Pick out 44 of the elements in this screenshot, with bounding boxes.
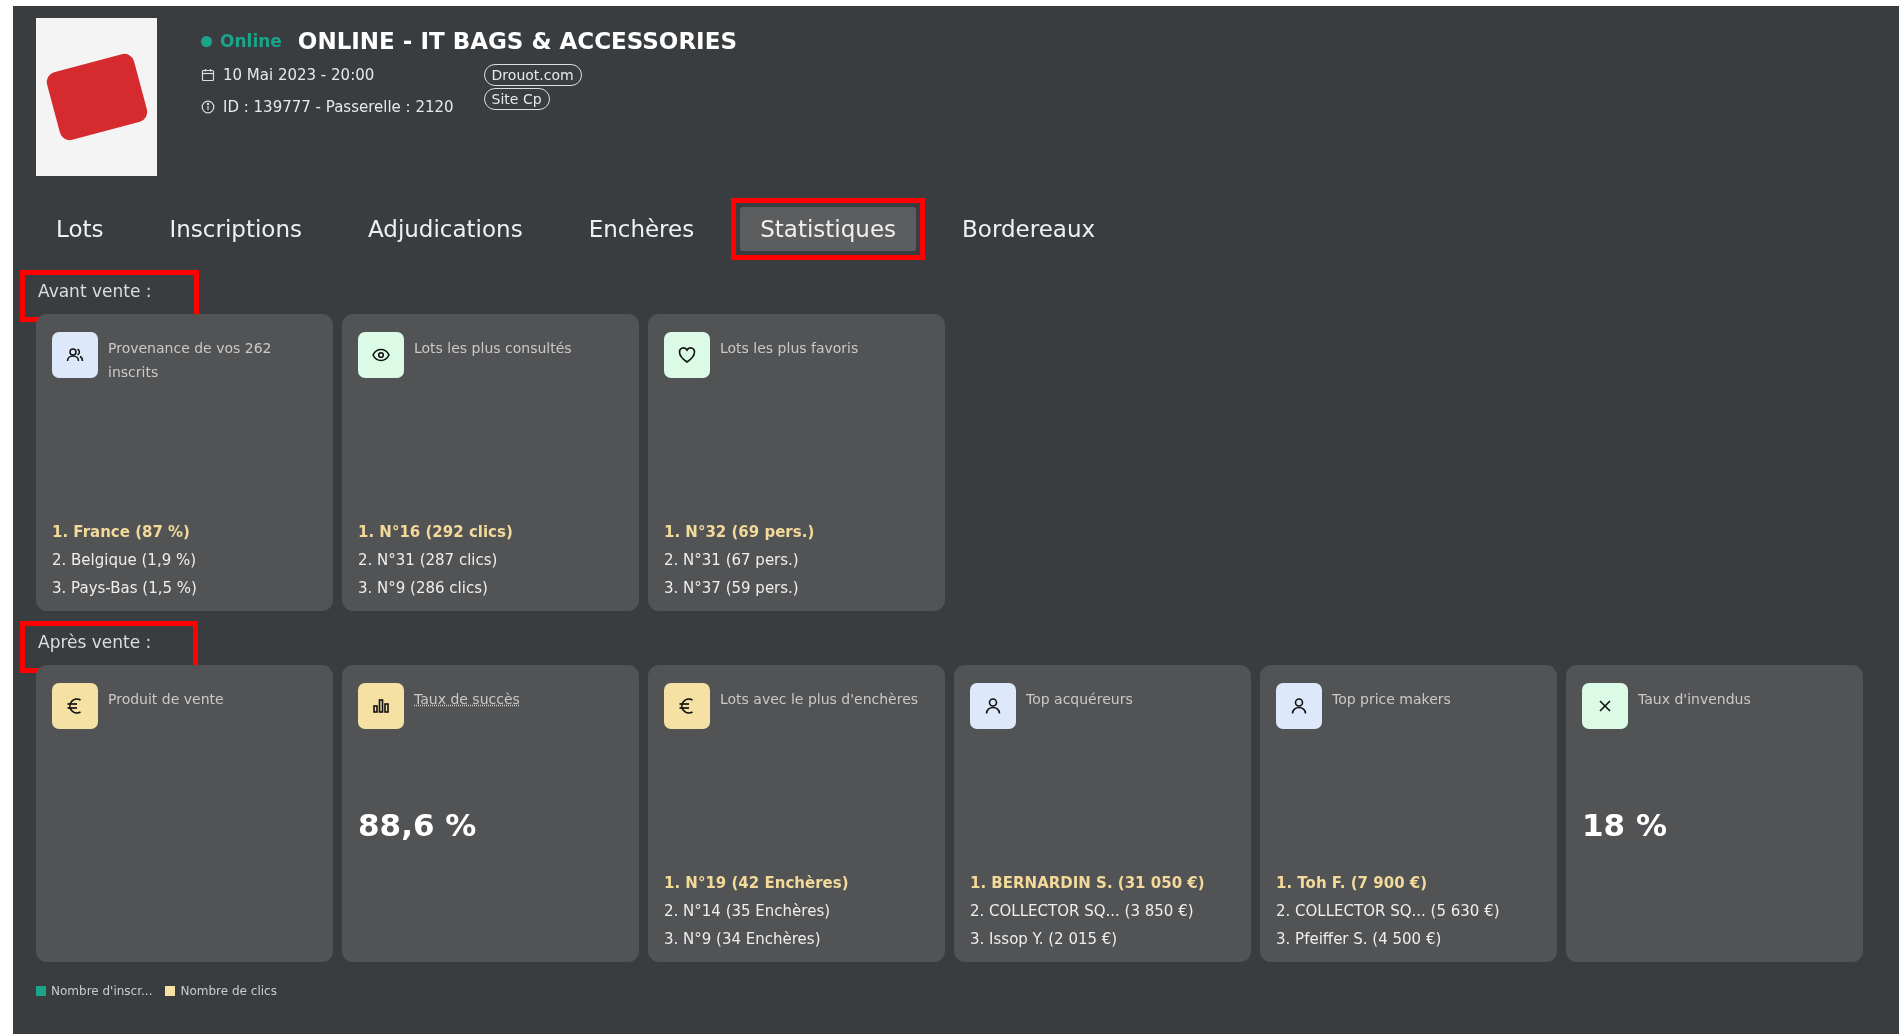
ranking-item: 3. N°9 (34 Enchères) [664,930,822,948]
ranking-item: 1. BERNARDIN S. (31 050 €) [970,874,1206,892]
ranking-item: 1. N°19 (42 Enchères) [664,874,850,892]
sale-date: 10 Mai 2023 - 20:00 [223,66,375,84]
ranking-item: 2. N°14 (35 Enchères) [664,902,832,920]
ranking-item: 1. France (87 %) [52,523,191,541]
ranking-item: 1. N°32 (69 pers.) [664,523,816,541]
status-label: Online [220,31,282,51]
tab[interactable]: Inscriptions [140,198,331,260]
ranking-item: 1. Toh F. (7 900 €) [1276,874,1429,892]
tab[interactable]: Adjudications [338,198,552,260]
card-title: Lots les plus consultés [414,339,572,358]
tab[interactable]: Enchères [559,198,724,260]
ranking-item: 3. Pfeiffer S. (4 500 €) [1276,930,1443,948]
tab[interactable]: Bordereaux [933,198,1125,260]
ranking-item: 2. N°31 (67 pers.) [664,551,800,569]
card-title: Produit de vente [108,690,224,709]
legend-label: Nombre d'inscr... [51,984,153,998]
card-title: Taux de succès [414,690,520,709]
card-title: Top acquéreurs [1026,690,1133,709]
stat-value: 88,6 % [358,807,478,843]
card-title: Provenance de vos 262 inscrits [108,339,273,382]
stat-value: 18 % [1582,807,1668,843]
ranking-item: 2. COLLECTOR SQ... (5 630 €) [1276,902,1501,920]
card-title: Lots avec le plus d'enchères [720,690,919,709]
ranking-item: 3. Pays-Bas (1,5 %) [52,579,198,597]
ranking-item: 3. N°37 (59 pers.) [664,579,800,597]
ranking-item: 3. Issop Y. (2 015 €) [970,930,1119,948]
sale-id: ID : 139777 - Passerelle : 2120 [223,98,454,116]
card-title: Taux d'invendus [1638,690,1751,709]
ranking-item: 2. COLLECTOR SQ... (3 850 €) [970,902,1195,920]
info-icon [201,100,215,114]
ranking-item: 3. N°9 (286 clics) [358,579,489,597]
ranking-item: 1. N°16 (292 clics) [358,523,514,541]
tab[interactable]: Lots [27,198,133,260]
legend-label: Nombre de clics [180,984,277,998]
ranking-item: 2. Belgique (1,9 %) [52,551,198,569]
tab[interactable]: Statistiques [731,198,926,260]
status-dot-icon [201,35,212,47]
ranking-item: 2. N°31 (287 clics) [358,551,499,569]
card-title: Lots les plus favoris [720,339,859,358]
sale-title: ONLINE - IT BAGS & ACCESSORIES [297,28,737,54]
card-title: Top price makers [1332,690,1451,709]
calendar-icon [201,68,215,82]
